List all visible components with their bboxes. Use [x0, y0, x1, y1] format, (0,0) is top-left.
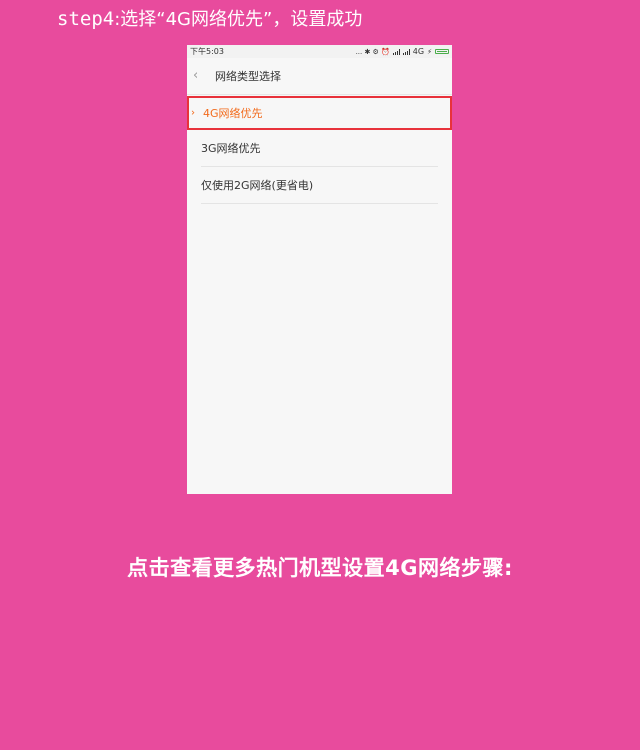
more-models-link[interactable]: 点击查看更多热门机型设置4G网络步骤: — [0, 552, 640, 582]
option-label: 4G网络优先 — [203, 107, 263, 120]
status-icons: ... ✱ ⚙ ⏰ 4G ⚡ — [356, 47, 449, 56]
charging-icon: ⚡ — [427, 47, 432, 56]
page-title: 网络类型选择 — [215, 70, 281, 83]
battery-icon — [435, 49, 449, 54]
nav-bar: ‹ 网络类型选择 — [187, 58, 452, 95]
network-type: 4G — [412, 47, 425, 56]
option-4g-preferred[interactable]: › 4G网络优先 — [187, 96, 452, 130]
status-indicators-icon: ... ✱ ⚙ ⏰ — [355, 47, 390, 56]
selected-chevron-icon: › — [191, 107, 195, 119]
back-icon[interactable]: ‹ — [193, 58, 215, 94]
option-3g-preferred[interactable]: 3G网络优先 — [201, 130, 438, 167]
step-title: step4:选择“4G网络优先”，设置成功 — [57, 8, 362, 31]
status-time: 下午5:03 — [190, 47, 224, 56]
signal-icon — [392, 48, 400, 55]
option-label: 仅使用2G网络(更省电) — [201, 179, 314, 192]
step-description: :选择“4G网络优先”，设置成功 — [114, 9, 363, 30]
option-label: 3G网络优先 — [201, 142, 261, 155]
signal-icon-2 — [402, 48, 410, 55]
step-number: step4 — [57, 8, 115, 30]
network-options-list: › 4G网络优先 3G网络优先 仅使用2G网络(更省电) — [187, 96, 452, 204]
phone-screenshot: 下午5:03 ... ✱ ⚙ ⏰ 4G ⚡ ‹ 网络类型选择 › 4G网络优先 … — [187, 45, 452, 494]
status-bar: 下午5:03 ... ✱ ⚙ ⏰ 4G ⚡ — [187, 45, 452, 58]
option-2g-only[interactable]: 仅使用2G网络(更省电) — [201, 167, 438, 204]
